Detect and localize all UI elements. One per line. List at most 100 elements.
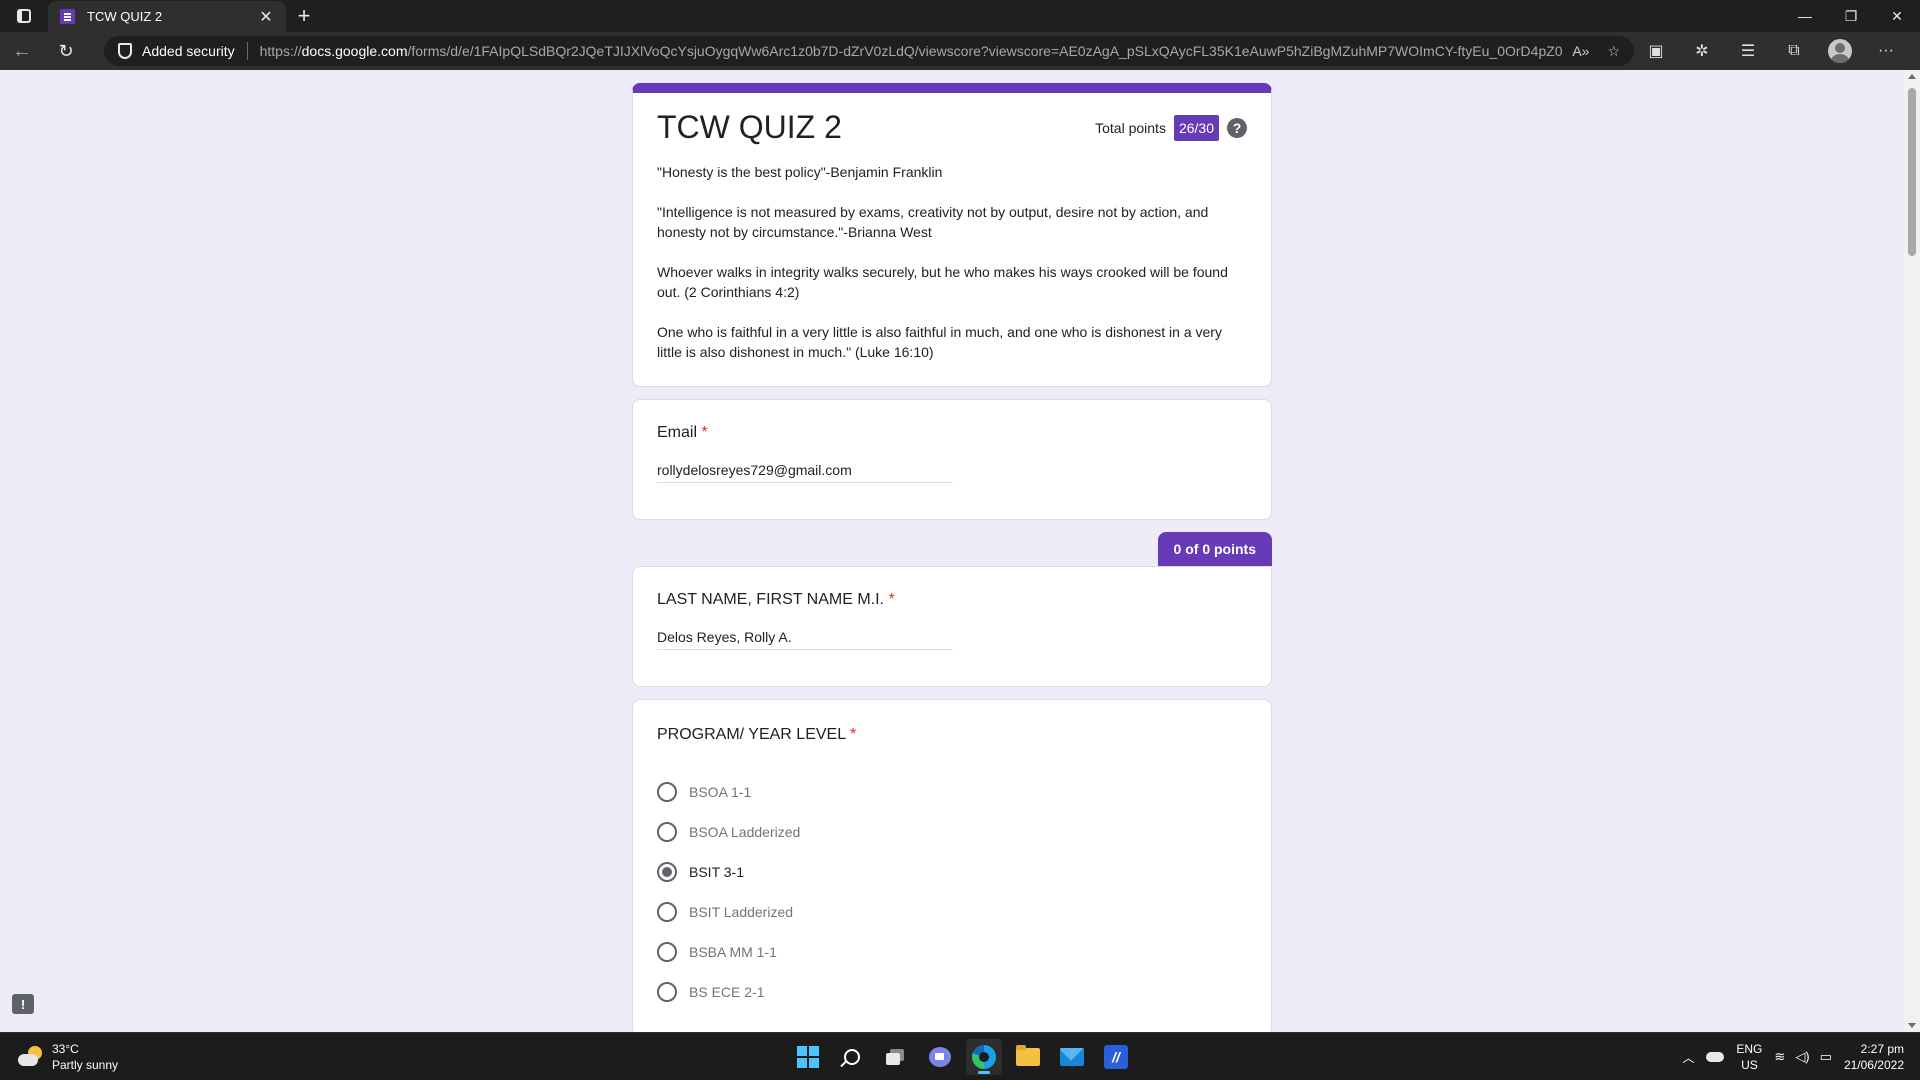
restore-button[interactable]: ❐: [1828, 0, 1874, 32]
region-code: US: [1741, 1058, 1758, 1072]
chat-icon: [929, 1047, 951, 1067]
email-question-card: Email * rollydelosreyes729@gmail.com: [632, 399, 1272, 520]
onedrive-icon[interactable]: [1706, 1052, 1725, 1062]
battery-icon: ▭: [1819, 1049, 1832, 1064]
security-label[interactable]: Added security: [142, 43, 235, 59]
partly-sunny-icon: [18, 1046, 44, 1068]
language-indicator[interactable]: ENG US: [1736, 1041, 1762, 1073]
option-label: BSIT 3-1: [689, 864, 744, 880]
edge-button[interactable]: [966, 1039, 1002, 1075]
radio-option[interactable]: BSOA 1-1: [657, 772, 1247, 812]
url-prefix: https://: [259, 43, 302, 59]
browser-tool-icons: ▣ ✲ ☰ ⧉ ···: [1640, 32, 1902, 70]
search-button[interactable]: [834, 1039, 870, 1075]
tab-title: TCW QUIZ 2: [87, 9, 163, 24]
start-button[interactable]: [790, 1039, 826, 1075]
minimize-button[interactable]: —: [1782, 0, 1828, 32]
scrollbar-thumb[interactable]: [1908, 88, 1916, 256]
close-window-button[interactable]: ✕: [1874, 0, 1920, 32]
url-text[interactable]: https://docs.google.com/forms/d/e/1FAIpQ…: [260, 43, 1563, 59]
form-title: TCW QUIZ 2: [657, 109, 842, 145]
radio-button[interactable]: [657, 782, 677, 802]
collections-icon[interactable]: ⧉: [1778, 35, 1810, 67]
profile-button[interactable]: [1824, 35, 1856, 67]
browser-toolbar: ← ↻ Added security https://docs.google.c…: [0, 32, 1920, 70]
title-row: TCW QUIZ 2 Total points 26/30 ?: [657, 109, 1247, 146]
section-points-badge: 0 of 0 points: [1157, 532, 1272, 566]
browser-tab[interactable]: TCW QUIZ 2 ✕: [48, 1, 286, 32]
description-paragraph: "Intelligence is not measured by exams, …: [657, 204, 1209, 240]
taskbar-apps: //: [790, 1039, 1134, 1075]
windows-taskbar: 33°C Partly sunny // ︿ ENG US ≋ ◁) ▭ 2:2…: [0, 1032, 1920, 1080]
edge-browser-icon: [972, 1045, 996, 1069]
section-points-row: 0 of 0 points: [632, 532, 1272, 566]
volume-icon: ◁): [1795, 1049, 1810, 1064]
weather-widget[interactable]: 33°C Partly sunny: [18, 1041, 118, 1073]
quick-settings[interactable]: ≋ ◁) ▭: [1774, 1049, 1832, 1065]
address-bar[interactable]: Added security https://docs.google.com/f…: [104, 36, 1634, 66]
more-menu-icon[interactable]: ···: [1870, 35, 1902, 67]
weather-condition: Partly sunny: [52, 1058, 119, 1072]
scroll-down-icon[interactable]: [1908, 1023, 1916, 1028]
browser-essentials-icon[interactable]: ▣: [1640, 35, 1672, 67]
weather-text: 33°C Partly sunny: [52, 1041, 118, 1073]
show-hidden-icons-icon[interactable]: ︿: [1682, 1049, 1694, 1066]
question-title: PROGRAM/ YEAR LEVEL *: [657, 726, 1247, 744]
refresh-button[interactable]: ↻: [44, 32, 88, 70]
radio-button[interactable]: [657, 822, 677, 842]
close-tab-icon[interactable]: ✕: [258, 7, 274, 27]
tab-actions-button[interactable]: [0, 0, 48, 32]
radio-button[interactable]: [657, 942, 677, 962]
date: 21/06/2022: [1843, 1058, 1904, 1072]
task-view-icon: [886, 1049, 906, 1065]
scroll-up-icon[interactable]: [1908, 74, 1916, 79]
help-icon[interactable]: ?: [1227, 117, 1247, 138]
mail-icon: [1060, 1048, 1084, 1066]
program-question-card: PROGRAM/ YEAR LEVEL * BSOA 1-1 BSOA Ladd…: [632, 699, 1272, 1032]
app-button[interactable]: //: [1098, 1039, 1134, 1075]
total-points-label: Total points: [1095, 119, 1166, 136]
address-bar-icons: A» ☆: [1572, 43, 1620, 60]
extensions-icon[interactable]: ✲: [1686, 35, 1718, 67]
total-points: Total points 26/30 ?: [1095, 114, 1247, 141]
add-favorite-icon[interactable]: ☆: [1607, 43, 1620, 60]
option-label: BSOA Ladderized: [689, 824, 801, 840]
score-badge: 26/30: [1173, 114, 1219, 141]
page-viewport: TCW QUIZ 2 Total points 26/30 ? "Honesty…: [0, 70, 1920, 1032]
email-label: Email: [657, 424, 698, 441]
divider: [246, 42, 248, 60]
google-forms-favicon-icon: [60, 9, 75, 24]
read-aloud-icon[interactable]: A»: [1572, 43, 1589, 60]
program-label: PROGRAM/ YEAR LEVEL: [657, 726, 846, 743]
radio-option[interactable]: BSOA Ladderized: [657, 812, 1247, 852]
file-explorer-button[interactable]: [1010, 1039, 1046, 1075]
task-view-button[interactable]: [878, 1039, 914, 1075]
radio-option[interactable]: BSIT Ladderized: [657, 892, 1247, 932]
app-icon: //: [1104, 1045, 1128, 1069]
chat-button[interactable]: [922, 1039, 958, 1075]
url-path: /forms/d/e/1FAIpQLSdBQr2JQeTJIJXlVoQcYsj…: [407, 43, 1563, 59]
radio-option[interactable]: BS ECE 2-1: [657, 972, 1247, 1012]
radio-option-selected[interactable]: BSIT 3-1: [657, 852, 1247, 892]
mail-button[interactable]: [1054, 1039, 1090, 1075]
google-form: TCW QUIZ 2 Total points 26/30 ? "Honesty…: [632, 83, 1272, 1032]
radio-option[interactable]: BSBA MM 1-1: [657, 932, 1247, 972]
question-title: Email *: [657, 424, 1247, 442]
folder-icon: [1016, 1045, 1040, 1066]
clock[interactable]: 2:27 pm 21/06/2022: [1844, 1041, 1904, 1073]
email-answer: rollydelosreyes729@gmail.com: [657, 462, 953, 483]
report-problem-icon[interactable]: !: [12, 994, 34, 1014]
favorites-icon[interactable]: ☰: [1732, 35, 1764, 67]
new-tab-button[interactable]: +: [286, 0, 322, 32]
windows-logo-icon: [797, 1046, 819, 1068]
page-scrollbar[interactable]: [1904, 70, 1920, 1032]
radio-button-checked[interactable]: [657, 862, 677, 882]
radio-button[interactable]: [657, 902, 677, 922]
description-paragraph: Whoever walks in integrity walks securel…: [657, 264, 1228, 300]
radio-group: BSOA 1-1 BSOA Ladderized BSIT 3-1 BSIT L…: [657, 772, 1247, 1012]
radio-button[interactable]: [657, 982, 677, 1002]
back-button[interactable]: ←: [0, 32, 44, 70]
shield-icon: [118, 43, 132, 59]
option-label: BS ECE 2-1: [689, 984, 765, 1000]
option-label: BSIT Ladderized: [689, 904, 794, 920]
